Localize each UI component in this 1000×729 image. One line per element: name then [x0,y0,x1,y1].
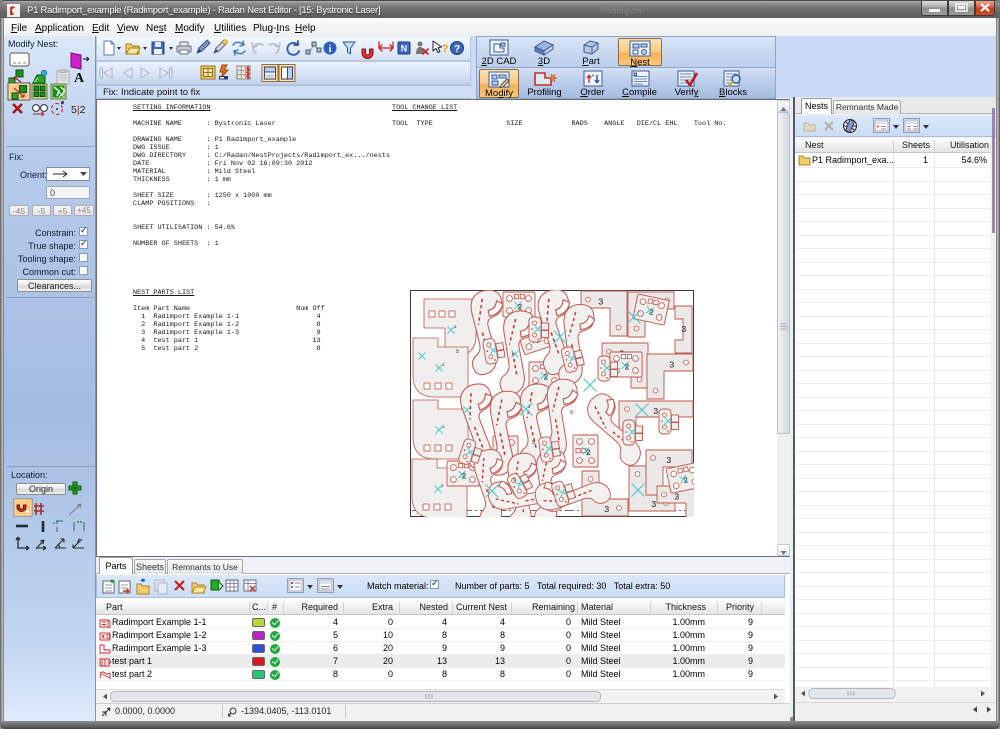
svg-text:3: 3 [669,361,674,371]
svg-text:+: + [591,73,594,79]
svg-text:5|2: 5|2 [71,104,86,116]
svg-text:5: 5 [513,477,516,483]
svg-text:i: i [329,44,332,55]
svg-text:5: 5 [532,440,535,446]
svg-text:?: ? [442,43,449,55]
svg-text:?: ? [454,44,460,55]
svg-text:N: N [401,44,408,54]
svg-text:3: 3 [681,325,686,335]
svg-text:3: 3 [666,456,671,466]
svg-text:A: A [74,71,85,86]
svg-text:5: 5 [570,410,573,416]
svg-text:3: 3 [653,407,658,417]
svg-text:5: 5 [456,349,459,355]
